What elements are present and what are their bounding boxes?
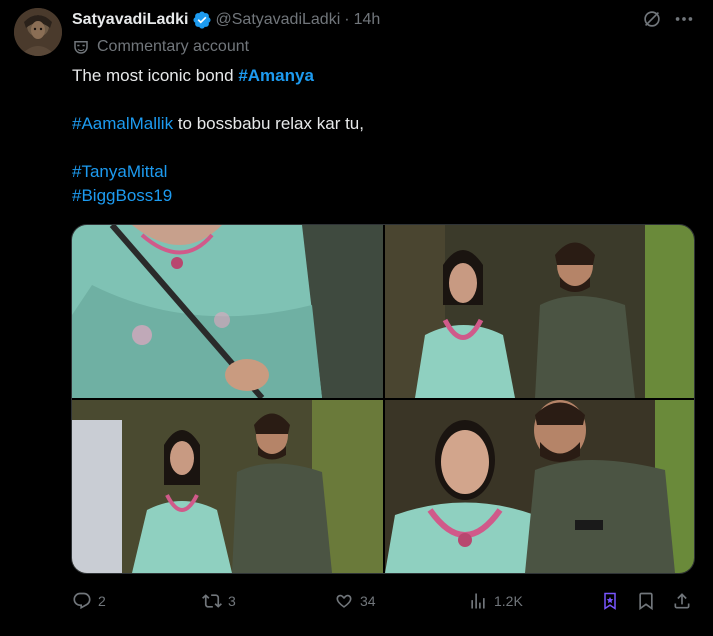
media-photo-3[interactable] [72,400,383,573]
mask-icon [74,41,88,54]
repost-icon [202,594,222,608]
reply-icon [73,592,91,610]
share-icon [674,593,690,609]
media-photo-4[interactable] [385,400,694,573]
more-icon[interactable] [673,8,695,30]
tweet-text: The most iconic bond #Amanya #AamalMalli… [72,64,692,208]
grok-icon [604,592,616,610]
grok-icon[interactable] [641,8,663,30]
media-grid [71,224,695,574]
verified-badge-icon [192,11,211,29]
views-button[interactable]: 1.2K [468,591,523,611]
account-label: Commentary account [72,36,249,58]
hashtag-tanyamittal[interactable]: #TanyaMittal [72,162,167,181]
media-photo-1[interactable] [72,225,383,398]
views-count: 1.2K [494,593,523,609]
tweet-line-4: #BiggBoss19 [72,184,692,208]
text-segment: to bossbabu relax kar tu, [173,114,364,133]
media-photo-2[interactable] [385,225,694,398]
account-label-text: Commentary account [97,38,250,55]
action-bar: 2 3 34 1.2K [72,588,698,614]
tweet-line-2: #AamalMallik to bossbabu relax kar tu, [72,112,692,136]
tweet-line-3: #TanyaMittal [72,160,692,184]
like-button[interactable]: 34 [334,591,376,611]
separator-dot: · [344,11,350,28]
heart-icon [336,594,352,608]
bookmark-button[interactable] [636,591,662,611]
repost-button[interactable]: 3 [202,591,236,611]
display-name[interactable]: SatyavadiLadki [72,11,189,29]
bookmark-icon [639,592,653,611]
tweet-card[interactable]: SatyavadiLadki @SatyavadiLadki · 14h Com… [0,0,713,636]
timestamp[interactable]: 14h [354,11,381,29]
hashtag-amaalmallik[interactable]: #AamalMallik [72,114,173,133]
views-icon [471,593,485,609]
handle[interactable]: @SatyavadiLadki [216,11,341,29]
text-segment: The most iconic bond [72,66,239,85]
grok-explain-button[interactable] [600,591,626,611]
hashtag-amanya[interactable]: #Amanya [238,66,314,85]
tweet-header: SatyavadiLadki @SatyavadiLadki · 14h [72,9,380,31]
tweet-line-1: The most iconic bond #Amanya [72,64,692,88]
repost-count: 3 [228,593,236,609]
tweet-top-actions [641,8,695,30]
reply-button[interactable]: 2 [72,591,106,611]
hashtag-biggboss19[interactable]: #BiggBoss19 [72,186,172,205]
avatar[interactable] [14,8,62,56]
reply-count: 2 [98,593,106,609]
share-button[interactable] [672,591,698,611]
like-count: 34 [360,593,376,609]
